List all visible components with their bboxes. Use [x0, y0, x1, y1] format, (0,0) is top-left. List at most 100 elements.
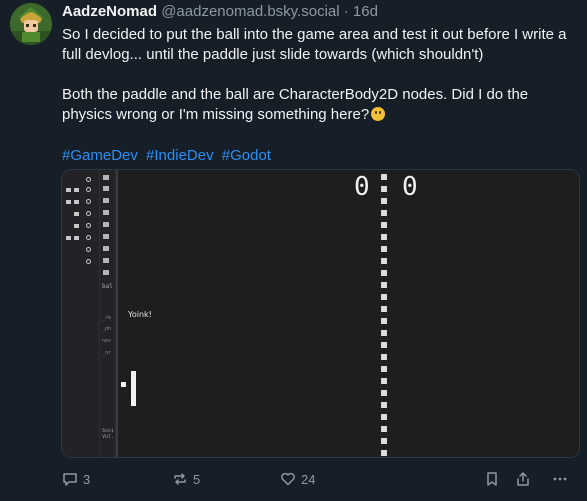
- paddle: [131, 371, 136, 406]
- editor-socket-label: Soci Vol.: [102, 428, 114, 440]
- scene-row: [66, 198, 98, 208]
- editor-property-line: _re: [102, 315, 112, 321]
- editor-property-line: _ph: [102, 326, 112, 332]
- net-dash: [381, 378, 387, 384]
- net-dash: [381, 426, 387, 432]
- scene-row: [66, 258, 98, 268]
- net-dash: [381, 282, 387, 288]
- editor-bal-label: bal: [102, 283, 113, 290]
- node-icon: [74, 188, 79, 192]
- post-text-paragraph-2: Both the paddle and the ball are Charact…: [62, 85, 572, 125]
- post-time[interactable]: 16d: [353, 3, 378, 20]
- reply-button[interactable]: 3: [62, 470, 90, 488]
- score-left: 0: [354, 172, 370, 202]
- net-dash: [381, 222, 387, 228]
- net-dash: [381, 186, 387, 192]
- net-dash: [381, 198, 387, 204]
- media-image[interactable]: bal _re _ph nev _or Soci Vol. 0 0 Yoink!: [61, 169, 580, 458]
- editor-property-line: nev: [102, 338, 112, 344]
- editor-inspector-strip: bal _re _ph nev _or Soci Vol.: [100, 170, 116, 457]
- net-dash: [381, 450, 387, 456]
- script-icon: [66, 200, 71, 204]
- net-dash: [381, 354, 387, 360]
- script-icon: [66, 236, 71, 240]
- net-dash: [381, 438, 387, 444]
- net-dash: [381, 210, 387, 216]
- visibility-icon: [86, 247, 91, 252]
- repost-button[interactable]: 5: [172, 470, 200, 488]
- scene-row: [66, 246, 98, 256]
- share-button[interactable]: [515, 470, 531, 488]
- avatar-image: [10, 3, 52, 45]
- hashtag-indiedev[interactable]: #IndieDev: [146, 147, 214, 164]
- script-icon: [66, 188, 71, 192]
- net-dash: [381, 258, 387, 264]
- node-icon: [103, 270, 109, 275]
- node-icon: [103, 222, 109, 227]
- visibility-icon: [86, 235, 91, 240]
- more-icon: [553, 477, 567, 481]
- post-header: AadzeNomad @aadzenomad.bsky.social · 16d: [62, 3, 378, 21]
- score-right: 0: [402, 172, 418, 202]
- net-dash: [381, 306, 387, 312]
- net-dash: [381, 330, 387, 336]
- node-icon: [103, 258, 109, 263]
- visibility-icon: [86, 211, 91, 216]
- node-icon: [74, 200, 79, 204]
- net-dash: [381, 246, 387, 252]
- bookmark-button[interactable]: [484, 470, 500, 488]
- yoink-label: Yoink!: [128, 310, 152, 319]
- post-actions: 3 5 24: [62, 470, 582, 490]
- display-name[interactable]: AadzeNomad: [62, 3, 157, 20]
- like-button[interactable]: 24: [280, 470, 315, 488]
- hashtag-godot[interactable]: #Godot: [222, 147, 271, 164]
- like-count: 24: [301, 471, 316, 487]
- bookmark-icon: [487, 472, 497, 486]
- node-icon: [103, 234, 109, 239]
- post-text-paragraph-1: So I decided to put the ball into the ga…: [62, 26, 567, 63]
- scene-row: [66, 176, 98, 186]
- net-dash: [381, 414, 387, 420]
- node-icon: [74, 212, 79, 216]
- visibility-icon: [86, 187, 91, 192]
- net-dash: [381, 390, 387, 396]
- reply-count: 3: [83, 471, 91, 487]
- post-body: So I decided to put the ball into the ga…: [62, 25, 572, 125]
- net-dash: [381, 270, 387, 276]
- scene-row: [66, 234, 98, 244]
- node-icon: [74, 224, 79, 228]
- net-dash: [381, 318, 387, 324]
- hashtag-gamedev[interactable]: #GameDev: [62, 147, 138, 164]
- post-text-paragraph-2-text: Both the paddle and the ball are Charact…: [62, 86, 529, 123]
- separator: ·: [343, 3, 349, 20]
- net-dash: [381, 342, 387, 348]
- gear-icon: [103, 186, 109, 191]
- net-dash: [381, 234, 387, 240]
- reply-icon: [63, 473, 77, 486]
- visibility-icon: [86, 199, 91, 204]
- user-handle[interactable]: @aadzenomad.bsky.social: [161, 3, 339, 20]
- net-dash: [381, 366, 387, 372]
- more-options-button[interactable]: [552, 470, 568, 488]
- editor-property-line: _or: [102, 350, 112, 356]
- node-icon: [103, 246, 109, 251]
- socket-label-2: Vol.: [102, 434, 115, 440]
- node-icon: [103, 210, 109, 215]
- scene-row: [66, 210, 98, 220]
- editor-scene-panel: [62, 170, 100, 457]
- game-viewport: 0 0 Yoink!: [118, 170, 579, 457]
- gear-icon: [103, 175, 109, 180]
- scene-row: [66, 222, 98, 232]
- avatar[interactable]: [10, 3, 52, 45]
- net-dash: [381, 402, 387, 408]
- ball: [121, 382, 126, 387]
- scene-row: [66, 186, 98, 196]
- repost-icon: [174, 473, 186, 485]
- visibility-icon: [86, 177, 91, 182]
- visibility-icon: [86, 223, 91, 228]
- node-icon: [103, 198, 109, 203]
- post[interactable]: AadzeNomad @aadzenomad.bsky.social · 16d…: [0, 0, 587, 501]
- net-dash: [381, 294, 387, 300]
- thinking-face-icon: [371, 107, 386, 121]
- heart-icon: [281, 472, 295, 486]
